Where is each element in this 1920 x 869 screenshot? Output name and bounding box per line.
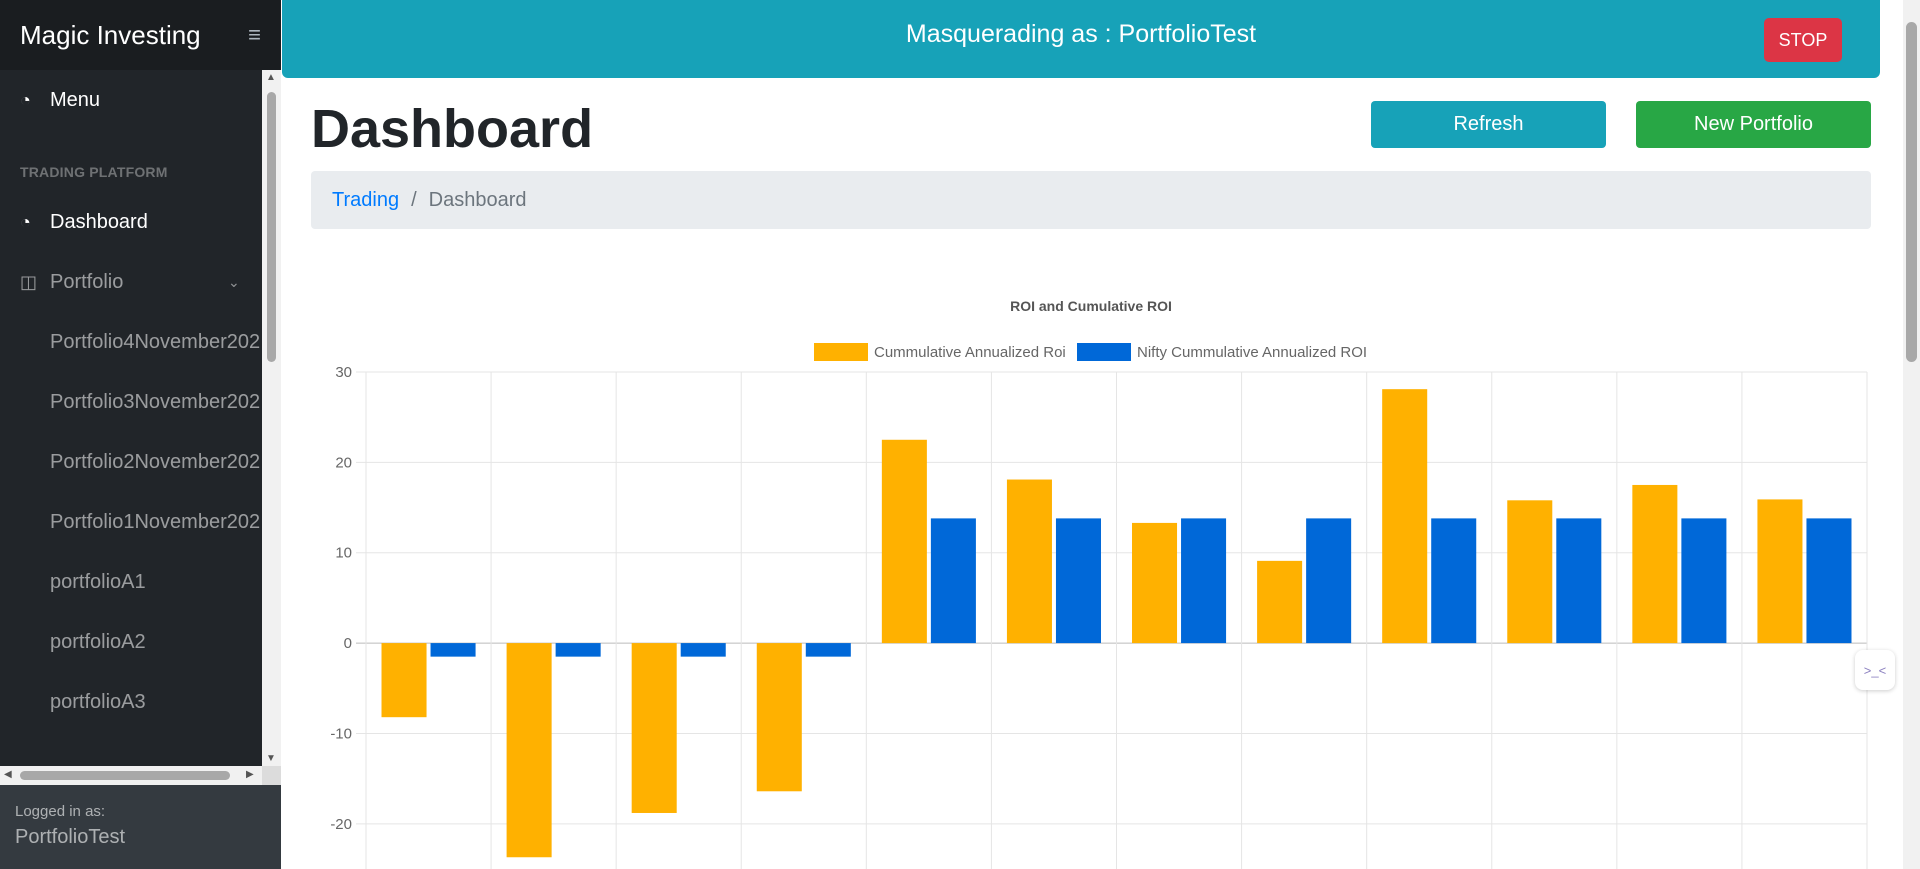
masquerade-text: Masquerading as : PortfolioTest bbox=[905, 20, 1257, 48]
sidebar-item-portfolio-entry[interactable]: Portfolio1November202 bbox=[0, 492, 262, 552]
sidebar-item-dashboard[interactable]: ◔ Dashboard bbox=[0, 192, 262, 252]
sidebar-footer: Logged in as: PortfolioTest bbox=[0, 785, 281, 869]
bar bbox=[1181, 518, 1227, 644]
bar bbox=[631, 643, 677, 813]
y-tick-label: 30 bbox=[335, 364, 352, 381]
bar bbox=[1806, 518, 1852, 644]
bar bbox=[1681, 518, 1727, 644]
sidebar-item-portfolio-entry[interactable]: portfolioA1 bbox=[0, 552, 262, 612]
sidebar-item-label: Portfolio3November202 bbox=[50, 390, 261, 413]
legend-label: Nifty Cummulative Annualized ROI bbox=[1137, 344, 1367, 361]
stop-masquerade-button[interactable]: STOP bbox=[1764, 18, 1842, 62]
scroll-left-icon[interactable]: ◀ bbox=[4, 769, 12, 780]
sidebar-item-label: Menu bbox=[50, 88, 101, 111]
legend-swatch bbox=[1077, 343, 1131, 361]
scrollbar-thumb[interactable] bbox=[267, 92, 276, 362]
sidebar-item-portfolio-entry[interactable]: portfolioA3 bbox=[0, 672, 262, 732]
bar bbox=[1632, 484, 1678, 644]
bar bbox=[1132, 522, 1178, 644]
bar bbox=[930, 518, 976, 644]
bar bbox=[1006, 479, 1052, 644]
bar bbox=[680, 643, 726, 657]
brand-title[interactable]: Magic Investing bbox=[20, 20, 248, 51]
chart-title: ROI and Cumulative ROI bbox=[1010, 298, 1172, 314]
roi-chart-svg: ROI and Cumulative ROI Cummulative Annual… bbox=[330, 298, 1868, 869]
bar bbox=[506, 643, 552, 858]
new-portfolio-button[interactable]: New Portfolio bbox=[1636, 101, 1871, 148]
scrollbar-thumb[interactable] bbox=[1906, 22, 1917, 362]
sidebar-item-label: portfolioA1 bbox=[50, 570, 146, 593]
bar bbox=[1257, 560, 1303, 644]
bar bbox=[1382, 389, 1428, 644]
sidebar-item-portfolio-entry[interactable]: Portfolio2November202 bbox=[0, 432, 262, 492]
brand-bar: Magic Investing ≡ bbox=[0, 0, 281, 70]
bar bbox=[430, 643, 476, 657]
roi-chart: ROI and Cumulative ROI Cummulative Annual… bbox=[311, 290, 1871, 869]
sidebar-item-label: Portfolio1November202 bbox=[50, 510, 261, 533]
sidebar-item-label: Dashboard bbox=[50, 210, 148, 233]
bar bbox=[555, 643, 601, 657]
logged-in-user: PortfolioTest bbox=[15, 826, 126, 848]
refresh-button[interactable]: Refresh bbox=[1371, 101, 1606, 148]
speedometer-icon: ◔ bbox=[20, 211, 31, 232]
masquerade-banner: Masquerading as : PortfolioTest STOP bbox=[282, 0, 1880, 78]
hamburger-menu-icon[interactable]: ≡ bbox=[248, 22, 261, 48]
sidebar-nav: ◔ Menu TRADING PLATFORM ◔ Dashboard ◫ Po… bbox=[0, 70, 262, 766]
page-vertical-scrollbar[interactable] bbox=[1903, 0, 1920, 869]
sidebar-item-label: portfolioA3 bbox=[50, 690, 146, 713]
y-tick-label: 20 bbox=[335, 454, 352, 471]
y-tick-label: -20 bbox=[330, 816, 352, 833]
sidebar-item-label: Portfolio4November202 bbox=[50, 330, 261, 353]
floating-widget-icon[interactable]: >_< bbox=[1855, 650, 1895, 690]
chevron-down-icon[interactable]: ⌄ bbox=[228, 274, 240, 291]
bar bbox=[1055, 518, 1101, 644]
bar bbox=[805, 643, 851, 657]
breadcrumb-link-trading[interactable]: Trading bbox=[332, 189, 399, 212]
bar bbox=[381, 643, 427, 718]
bar bbox=[881, 439, 927, 644]
scrollbar-thumb[interactable] bbox=[20, 771, 230, 780]
legend-swatch bbox=[814, 343, 868, 361]
speedometer-icon: ◔ bbox=[20, 89, 31, 110]
breadcrumb-separator: / bbox=[411, 188, 417, 211]
sidebar-item-portfolio-entry[interactable]: Portfolio3November202 bbox=[0, 372, 262, 432]
sidebar-section-heading: TRADING PLATFORM bbox=[20, 164, 168, 180]
sidebar-item-label: Portfolio2November202 bbox=[50, 450, 261, 473]
sidebar: Magic Investing ≡ ◔ Menu TRADING PLATFOR… bbox=[0, 0, 281, 869]
sidebar-horizontal-scrollbar[interactable]: ◀ ▶ bbox=[0, 766, 262, 785]
scrollbar-corner bbox=[262, 766, 281, 785]
scroll-right-icon[interactable]: ▶ bbox=[246, 769, 254, 780]
logged-in-label: Logged in as: bbox=[15, 803, 106, 820]
sidebar-item-label: Portfolio bbox=[50, 270, 124, 293]
bar bbox=[1431, 518, 1477, 644]
bar bbox=[1757, 499, 1803, 644]
breadcrumb-current: Dashboard bbox=[428, 188, 527, 211]
columns-icon: ◫ bbox=[20, 271, 38, 292]
sidebar-item-menu[interactable]: ◔ Menu bbox=[0, 70, 262, 130]
sidebar-item-portfolio-entry[interactable]: portfolioA2 bbox=[0, 612, 262, 672]
y-tick-label: 10 bbox=[335, 545, 352, 562]
bar bbox=[1507, 500, 1553, 644]
sidebar-item-label: portfolioA2 bbox=[50, 630, 146, 653]
sidebar-item-portfolio[interactable]: ◫ Portfolio ⌄ bbox=[0, 252, 262, 312]
sidebar-vertical-scrollbar[interactable]: ▲ ▼ bbox=[262, 70, 281, 766]
y-tick-label: -10 bbox=[330, 725, 352, 742]
scroll-up-icon[interactable]: ▲ bbox=[266, 72, 276, 83]
sidebar-item-portfolio-entry[interactable]: Portfolio4November202 bbox=[0, 312, 262, 372]
scroll-down-icon[interactable]: ▼ bbox=[266, 753, 276, 764]
bar bbox=[1306, 518, 1352, 644]
y-tick-label: 0 bbox=[344, 635, 352, 652]
breadcrumb: Trading / Dashboard bbox=[311, 171, 1871, 229]
page-title: Dashboard bbox=[311, 99, 594, 159]
legend-label: Cummulative Annualized Roi bbox=[874, 344, 1066, 361]
bar bbox=[1556, 518, 1602, 644]
bar bbox=[756, 643, 802, 792]
